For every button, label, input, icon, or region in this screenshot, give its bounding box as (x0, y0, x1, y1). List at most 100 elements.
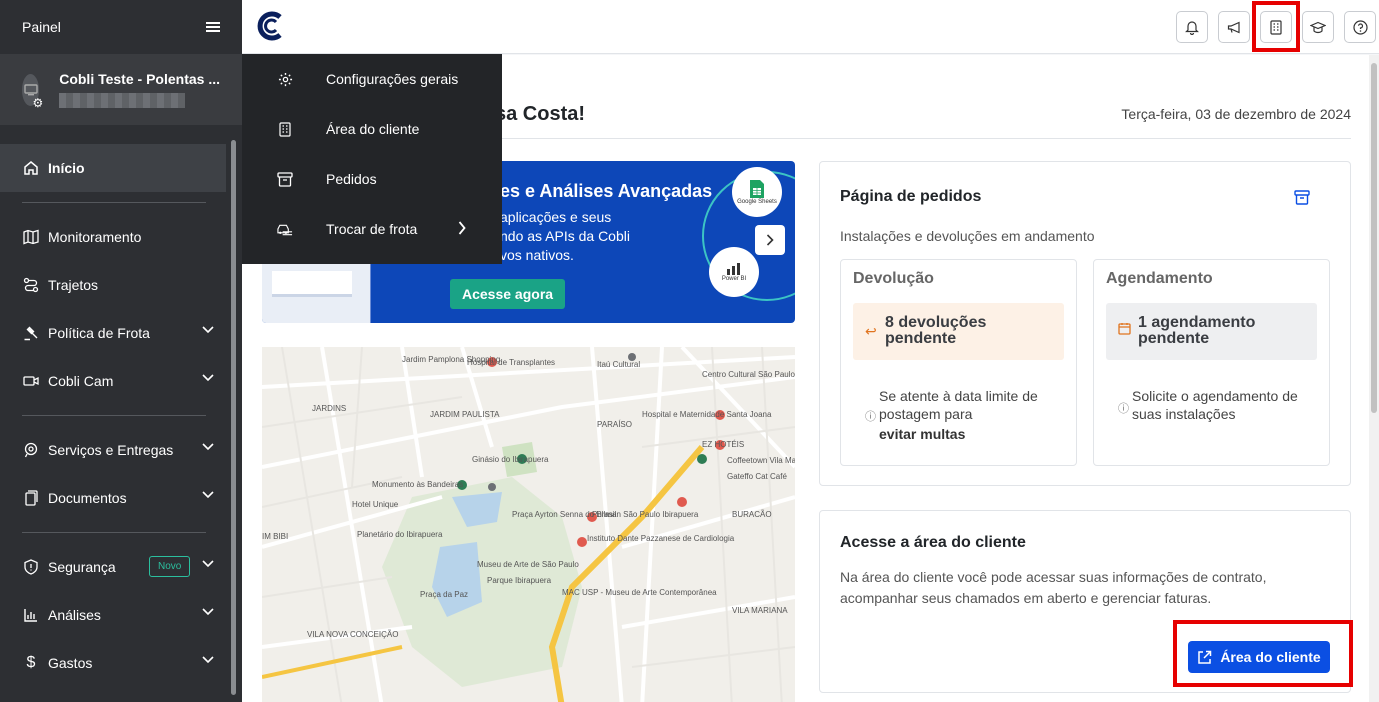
sidebar-nav: Início Monitoramento Trajetos Política d… (0, 125, 242, 687)
sidebar-item-label: Início (48, 160, 85, 176)
sidebar-item-cobli-cam[interactable]: Cobli Cam (0, 357, 226, 405)
notifications-button[interactable] (1176, 11, 1208, 43)
dollar-icon: $ (26, 654, 36, 671)
menu-item-label: Área do cliente (326, 121, 420, 137)
status-line: pendente (1138, 330, 1210, 347)
sidebar-item-gastos[interactable]: $ Gastos (0, 639, 226, 687)
map-label: IM BIBI (262, 532, 288, 541)
sidebar-scrollbar[interactable] (231, 140, 236, 695)
sidebar-title: Painel (22, 19, 61, 35)
account-switcher[interactable]: ⚙ Cobli Teste - Polentas ... (0, 54, 242, 125)
cobli-logo[interactable] (256, 10, 288, 42)
graduation-cap-icon (1310, 21, 1326, 33)
map-label: Parque Ibirapuera (487, 576, 552, 585)
page-scrollbar[interactable] (1369, 55, 1379, 702)
map-label: Jardim Pamplona Shopping (402, 355, 500, 364)
map-label: VILA NOVA CONCEIÇÃO (307, 630, 398, 639)
training-button[interactable] (1302, 11, 1334, 43)
menu-item-trocar-de-frota[interactable]: Trocar de frota (242, 204, 502, 254)
banner-line: aplicações e seus (500, 209, 612, 225)
announcements-button[interactable] (1218, 11, 1250, 43)
status-line: 1 agendamento (1138, 314, 1256, 331)
external-link-icon (1198, 650, 1212, 664)
orders-card-subtitle: Instalações e devoluções em andamento (840, 228, 1095, 244)
google-sheets-icon (750, 180, 764, 198)
swap-vehicle-icon (277, 222, 293, 237)
menu-item-area-do-cliente[interactable]: Área do cliente (242, 104, 502, 154)
power-bi-icon (727, 263, 740, 275)
badge-label: Google Sheets (737, 199, 777, 205)
location-pin-icon (22, 441, 40, 459)
map-label: Praça Ayrton Senna do Brasil (512, 510, 617, 519)
devolucao-label: Devolução (853, 270, 934, 287)
map-label: Monumento às Bandeiras (372, 480, 463, 489)
chevron-down-icon (202, 443, 214, 451)
client-card-title: Acesse a área do cliente (840, 534, 1026, 551)
devolucao-note: Se atente à data limite de postagem para… (879, 387, 1038, 443)
megaphone-icon (1227, 21, 1240, 33)
sidebar-item-seguranca[interactable]: Segurança Novo (0, 543, 226, 591)
topbar (242, 0, 1379, 54)
hamburger-menu-icon[interactable] (206, 22, 220, 32)
sidebar-item-documentos[interactable]: Documentos (0, 474, 226, 522)
banner-cta-button[interactable]: Acesse agora (450, 279, 566, 309)
building-icon (277, 121, 293, 137)
sidebar-item-servicos-e-entregas[interactable]: Serviços e Entregas (0, 426, 226, 474)
menu-item-pedidos[interactable]: Pedidos (242, 154, 502, 204)
scrollbar-thumb[interactable] (1371, 63, 1377, 413)
map-label: Praça da Paz (420, 590, 468, 599)
map-canvas[interactable]: JARDINS JARDIM PAULISTA PARAÍSO IM BIBI … (262, 347, 795, 702)
description-line: Na área do cliente você pode acessar sua… (840, 569, 1267, 585)
agendamento-label: Agendamento (1106, 270, 1213, 287)
menu-item-configuracoes-gerais[interactable]: Configurações gerais (242, 54, 502, 104)
new-badge: Novo (149, 556, 191, 577)
sidebar-item-label: Serviços e Entregas (48, 442, 174, 458)
sidebar-item-label: Segurança (48, 559, 116, 575)
chevron-down-icon (202, 374, 214, 382)
sidebar-item-trajetos[interactable]: Trajetos (0, 261, 226, 309)
avatar: ⚙ (22, 73, 43, 110)
sidebar: Painel ⚙ Cobli Teste - Polentas ... Iníc… (0, 0, 242, 702)
sidebar-item-analises[interactable]: Análises (0, 591, 226, 639)
sidebar-item-inicio[interactable]: Início (0, 144, 226, 192)
chevron-down-icon (202, 491, 214, 499)
devolucao-panel[interactable]: Devolução ↩ 8 devoluções pendente ⓘ Se a… (840, 259, 1077, 466)
documents-icon (22, 489, 40, 507)
menu-item-label: Trocar de frota (326, 221, 418, 237)
divider (22, 202, 206, 203)
carousel-next-button[interactable] (755, 225, 785, 255)
agendamento-note: Solicite o agendamento de suas instalaçõ… (1132, 387, 1298, 423)
menu-item-label: Pedidos (326, 171, 377, 187)
map-label: BURACÃO (732, 510, 772, 519)
map-label: Gateffo Cat Café (727, 472, 787, 481)
settings-gear-icon: ⚙ (32, 95, 44, 110)
map-icon (22, 228, 40, 246)
gear-icon (277, 72, 293, 87)
home-icon (22, 159, 40, 177)
chevron-down-icon (202, 608, 214, 616)
sidebar-item-monitoramento[interactable]: Monitoramento (0, 213, 226, 261)
help-button[interactable] (1344, 11, 1376, 43)
badge-label: Power BI (721, 276, 747, 282)
route-icon (22, 276, 40, 294)
orders-card-title: Página de pedidos (840, 188, 982, 205)
sidebar-item-label: Análises (48, 607, 101, 623)
chevron-down-icon (202, 656, 214, 664)
banner-line: vos nativos. (500, 247, 574, 263)
map-label: Hotel Unique (352, 500, 399, 509)
return-arrow-icon: ↩ (865, 323, 877, 339)
client-area-cta-button[interactable]: Área do cliente (1188, 641, 1330, 673)
agendamento-panel[interactable]: Agendamento 1 agendamento pendente ⓘ Sol… (1093, 259, 1330, 466)
devolucao-status: ↩ 8 devoluções pendente (853, 303, 1064, 360)
menu-item-label: Configurações gerais (326, 71, 459, 87)
client-area-button[interactable] (1260, 11, 1292, 43)
map-label: MAC USP - Museu de Arte Contemporânea (562, 588, 717, 597)
archive-box-icon[interactable] (1294, 190, 1310, 205)
map-widget[interactable]: JARDINS JARDIM PAULISTA PARAÍSO IM BIBI … (262, 347, 795, 702)
note-line: postagem para (879, 406, 973, 422)
sidebar-item-label: Documentos (48, 490, 127, 506)
bell-icon (1185, 20, 1199, 35)
map-label: Instituto Dante Pazzanese de Cardiologia (587, 534, 735, 543)
sidebar-item-politica-de-frota[interactable]: Política de Frota (0, 309, 226, 357)
chevron-right-icon (458, 221, 466, 235)
